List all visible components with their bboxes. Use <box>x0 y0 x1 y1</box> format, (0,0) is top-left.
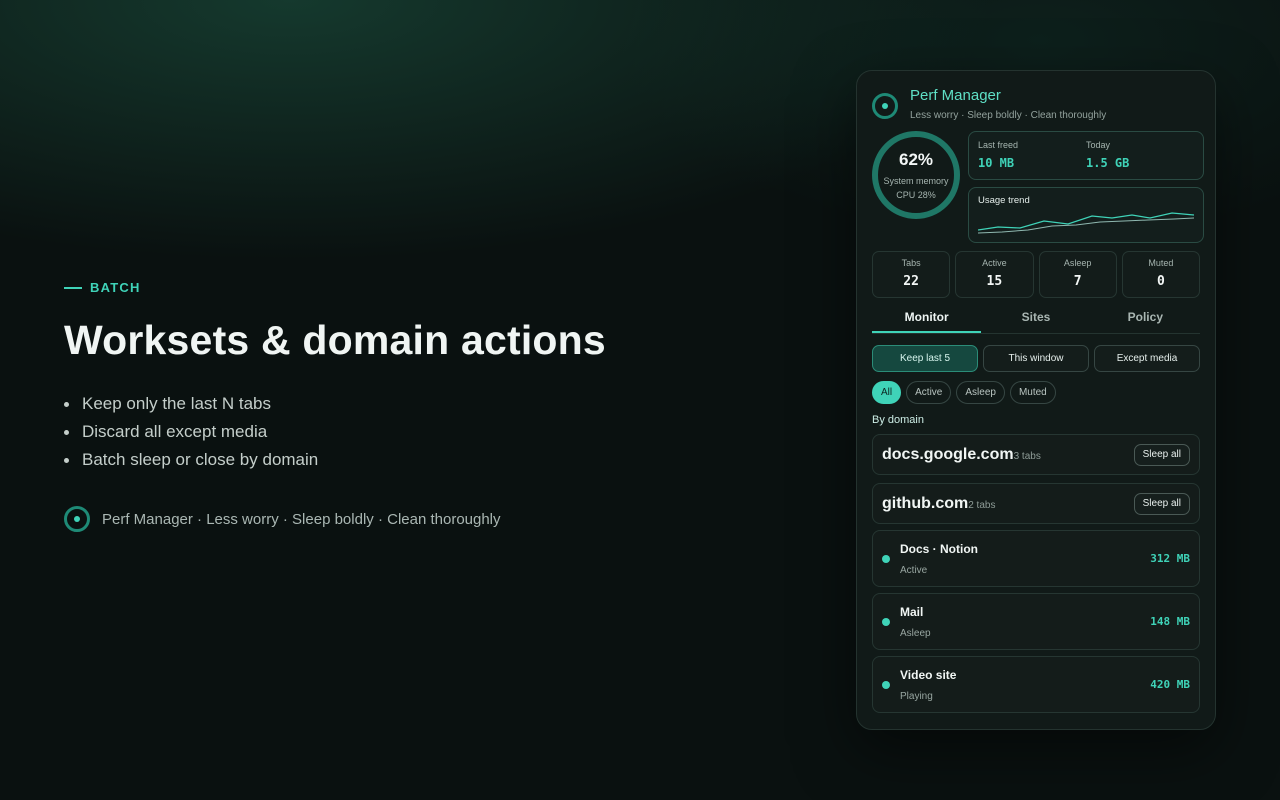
panel-tabs: Monitor Sites Policy <box>872 310 1200 334</box>
usage-trend-label: Usage trend <box>978 195 1030 206</box>
tab-name: Docs · Notion <box>900 541 978 556</box>
by-domain-heading: By domain <box>872 414 924 426</box>
filter-muted[interactable]: Muted <box>1009 381 1056 404</box>
tab-monitor[interactable]: Monitor <box>872 310 982 333</box>
except-media-button[interactable]: Except media <box>1094 345 1200 372</box>
keep-last-button[interactable]: Keep last 5 <box>872 345 978 372</box>
last-freed-label: Last freed <box>978 140 1019 150</box>
status-dot-icon <box>882 617 890 626</box>
memory-label: System memory <box>883 176 949 186</box>
domain-name: docs.google.com <box>882 445 1014 463</box>
page-title: Worksets & domain actions <box>64 317 606 363</box>
stat-active: Active 15 <box>955 251 1034 298</box>
hero-section: BATCH Worksets & domain actions Keep onl… <box>64 280 784 532</box>
panel-header: Perf Manager Less worry · Sleep boldly ·… <box>872 87 1200 121</box>
tab-row[interactable]: Mail Asleep 148 MB <box>872 593 1200 650</box>
domain-tab-count: 2 tabs <box>968 499 996 511</box>
stat-label: Active <box>982 258 1007 268</box>
status-dot-icon <box>882 680 890 689</box>
memory-gauge: 62% System memory CPU 28% <box>872 131 960 219</box>
batch-actions: Keep last 5 This window Except media <box>872 345 1200 372</box>
stat-asleep: Asleep 7 <box>1038 251 1117 298</box>
filter-chips: All Active Asleep Muted <box>872 381 1200 404</box>
today-freed-value: 1.5 GB <box>1086 156 1130 170</box>
brand-tagline: Perf Manager · Less worry · Sleep boldly… <box>102 510 501 528</box>
today-freed-label: Today <box>1086 140 1111 150</box>
stat-label: Asleep <box>1063 258 1092 268</box>
cpu-usage: CPU 28% <box>896 190 936 200</box>
feature-item: Keep only the last N tabs <box>64 390 784 418</box>
sleep-all-button[interactable]: Sleep all <box>1133 492 1190 515</box>
last-freed-value: 10 MB <box>978 156 1015 170</box>
sleep-all-button[interactable]: Sleep all <box>1133 443 1190 466</box>
feature-item: Batch sleep or close by domain <box>64 446 784 474</box>
domain-name: github.com <box>882 494 969 512</box>
stat-value: 22 <box>903 274 919 289</box>
filter-asleep[interactable]: Asleep <box>956 381 1005 404</box>
perf-manager-panel: Perf Manager Less worry · Sleep boldly ·… <box>856 70 1216 730</box>
stat-muted: Muted 0 <box>1121 251 1200 298</box>
tab-row[interactable]: Video site Playing 420 MB <box>872 656 1200 713</box>
tab-memory: 420 MB <box>1150 678 1190 691</box>
domain-row: github.com2 tabs Sleep all <box>872 483 1200 524</box>
feature-list: Keep only the last N tabs Discard all ex… <box>64 390 784 474</box>
stat-label: Muted <box>1148 258 1174 268</box>
tab-status: Active <box>900 564 928 576</box>
tab-sites[interactable]: Sites <box>981 310 1090 333</box>
tab-memory: 148 MB <box>1150 615 1190 628</box>
tab-policy[interactable]: Policy <box>1091 310 1200 333</box>
status-dot-icon <box>882 554 890 563</box>
panel-title: Perf Manager <box>910 87 1001 104</box>
stat-value: 7 <box>1073 274 1082 289</box>
tab-name: Mail <box>900 604 924 619</box>
panel-subtitle: Less worry · Sleep boldly · Clean thorou… <box>910 110 1107 121</box>
stat-value: 15 <box>986 274 1003 289</box>
stat-label: Tabs <box>901 258 921 268</box>
filter-active[interactable]: Active <box>906 381 952 404</box>
this-window-button[interactable]: This window <box>983 345 1089 372</box>
dash-icon <box>64 286 82 289</box>
filter-all[interactable]: All <box>872 381 902 404</box>
tab-status: Asleep <box>900 627 931 639</box>
tab-status: Playing <box>900 690 933 702</box>
app-logo-icon <box>872 93 898 119</box>
usage-trend-sparkline <box>978 212 1194 234</box>
trend-line-a <box>978 212 1194 231</box>
stat-tabs: Tabs 22 <box>872 251 951 298</box>
stat-value: 0 <box>1156 274 1165 289</box>
brand-line: Perf Manager · Less worry · Sleep boldly… <box>64 506 784 532</box>
tab-stats: Tabs 22 Active 15 Asleep 7 Muted 0 <box>872 251 1200 298</box>
domain-tab-count: 3 tabs <box>1013 450 1041 462</box>
section-eyebrow: BATCH <box>64 280 784 295</box>
memory-percent: 62% <box>898 150 934 169</box>
trend-line-b <box>978 217 1194 234</box>
usage-trend-card: Usage trend <box>968 187 1204 243</box>
domain-row: docs.google.com3 tabs Sleep all <box>872 434 1200 475</box>
app-logo-icon <box>64 506 90 532</box>
tab-memory: 312 MB <box>1150 552 1190 565</box>
feature-item: Discard all except media <box>64 418 784 446</box>
freed-card: Last freed 10 MB Today 1.5 GB <box>968 131 1204 180</box>
tab-name: Video site <box>900 667 957 682</box>
eyebrow-label: BATCH <box>90 280 141 295</box>
tab-row[interactable]: Docs · Notion Active 312 MB <box>872 530 1200 587</box>
